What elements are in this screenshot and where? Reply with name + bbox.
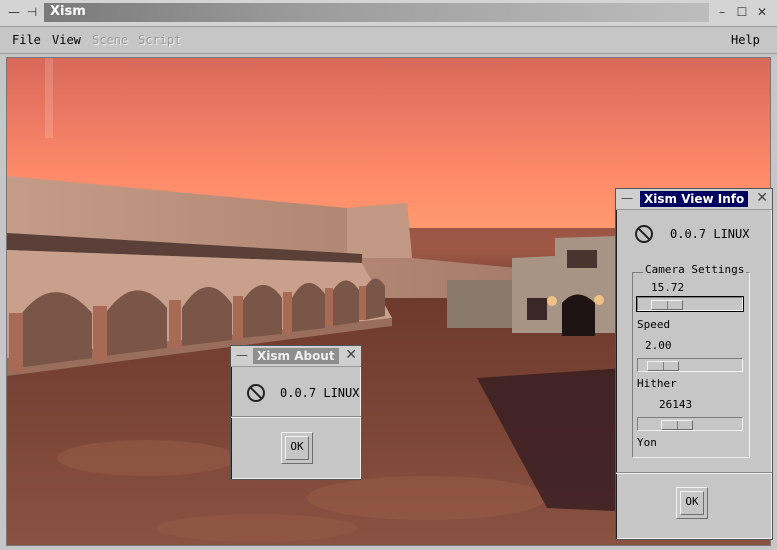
about-title: Xism About bbox=[253, 348, 339, 364]
no-entry-icon bbox=[635, 225, 653, 243]
divider bbox=[231, 416, 361, 418]
close-icon[interactable]: ✕ bbox=[754, 4, 770, 20]
speed-slider-thumb[interactable] bbox=[651, 300, 683, 310]
dialog-menu-icon[interactable]: — bbox=[621, 191, 633, 205]
view-info-version: 0.0.7 LINUX bbox=[670, 227, 750, 241]
about-ok-button[interactable]: OK bbox=[281, 432, 313, 464]
about-dialog: — Xism About ✕ 0.0.7 LINUX OK bbox=[230, 345, 362, 480]
menu-file[interactable]: File bbox=[12, 33, 41, 47]
hither-label: Hither bbox=[637, 377, 677, 390]
hither-slider-thumb[interactable] bbox=[647, 361, 679, 371]
camera-settings-label: Camera Settings bbox=[643, 263, 747, 276]
window-menu-icon[interactable]: — bbox=[6, 4, 22, 20]
dialog-menu-icon[interactable]: — bbox=[236, 348, 248, 362]
about-version: 0.0.7 LINUX bbox=[280, 386, 360, 400]
speed-label: Speed bbox=[637, 318, 671, 331]
maximize-icon[interactable]: ☐ bbox=[734, 4, 750, 20]
window-title: Xism bbox=[50, 4, 86, 19]
yon-value: 26143 bbox=[659, 398, 693, 411]
speed-value: 15.72 bbox=[651, 281, 685, 294]
title-gradient bbox=[44, 3, 709, 22]
speed-slider[interactable] bbox=[636, 296, 744, 312]
hither-value: 2.00 bbox=[645, 339, 672, 352]
about-titlebar[interactable]: — Xism About ✕ bbox=[231, 346, 361, 367]
menu-bar: File View Scene Script Help bbox=[0, 27, 777, 54]
close-icon[interactable]: ✕ bbox=[756, 190, 768, 206]
yon-slider[interactable] bbox=[637, 417, 743, 431]
menu-help[interactable]: Help bbox=[731, 33, 760, 47]
divider bbox=[616, 472, 772, 474]
view-info-ok-button[interactable]: OK bbox=[676, 487, 708, 519]
yon-slider-thumb[interactable] bbox=[661, 420, 693, 430]
menu-script: Script bbox=[138, 33, 182, 47]
building-left bbox=[447, 280, 517, 328]
camera-settings-group: Camera Settings 15.72 Speed 2.00 Hither … bbox=[632, 263, 750, 458]
pin-icon[interactable]: ⊣ bbox=[24, 4, 40, 20]
menu-scene: Scene bbox=[92, 33, 129, 47]
window-titlebar[interactable]: — ⊣ Xism – ☐ ✕ bbox=[0, 0, 777, 27]
view-info-dialog: — Xism View Info ✕ 0.0.7 LINUX Camera Se… bbox=[615, 188, 773, 540]
menu-view[interactable]: View bbox=[52, 33, 81, 47]
minimize-icon[interactable]: – bbox=[714, 4, 730, 20]
hither-slider[interactable] bbox=[637, 358, 743, 372]
close-icon[interactable]: ✕ bbox=[345, 347, 357, 363]
yon-label: Yon bbox=[637, 436, 657, 449]
view-info-title: Xism View Info bbox=[640, 191, 749, 207]
no-entry-icon bbox=[247, 384, 265, 402]
view-info-titlebar[interactable]: — Xism View Info ✕ bbox=[616, 189, 772, 210]
